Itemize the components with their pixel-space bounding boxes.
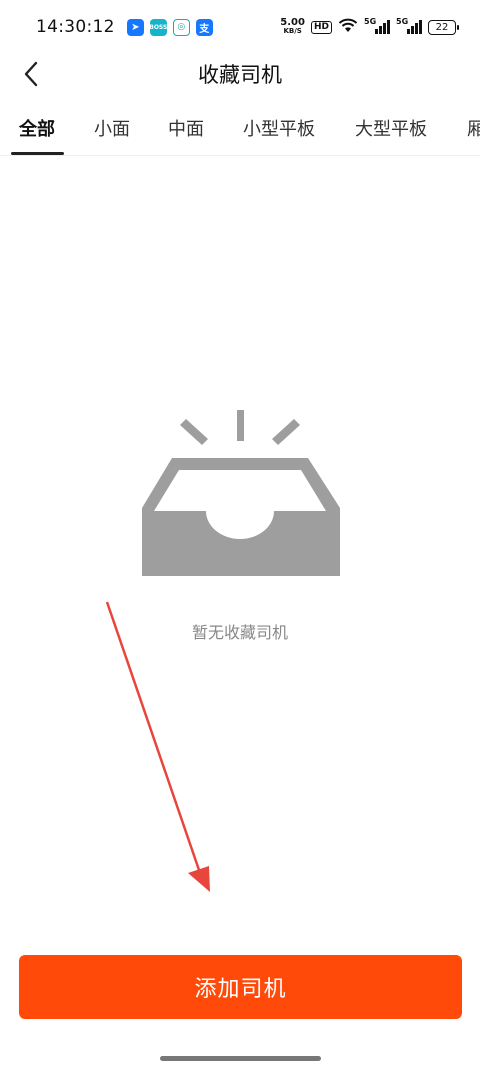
vehicle-type-tabs: 全部 小面 中面 小型平板 大型平板 厢 [0, 100, 480, 156]
cellular-signal-1-icon: 5G [364, 17, 390, 34]
tab-box-truck[interactable]: 厢 [467, 115, 480, 141]
back-button[interactable] [14, 56, 50, 92]
empty-inbox-icon [142, 410, 340, 576]
status-time: 14:30:12 [36, 17, 115, 37]
cellular-signal-2-icon: 5G [396, 17, 422, 34]
hd-voice-badge: HD [310, 20, 332, 34]
tab-small-flatbed[interactable]: 小型平板 [243, 115, 315, 141]
battery-icon: 22 [428, 19, 459, 35]
status-indicators: 5.00 KB/S HD 5G 5G 22 [280, 17, 459, 36]
china-mobile-app-icon: ◎ [172, 18, 190, 36]
tab-large-flatbed[interactable]: 大型平板 [355, 115, 427, 141]
boss-zhipin-app-icon: BOSS [149, 18, 167, 36]
paper-plane-app-icon: ➤ [126, 18, 144, 36]
nav-header: 收藏司机 [0, 54, 480, 94]
empty-state-message: 暂无收藏司机 [191, 623, 288, 642]
wifi-icon [338, 18, 358, 36]
chevron-left-icon [24, 61, 38, 87]
add-driver-button[interactable]: 添加司机 [19, 955, 462, 1019]
page-title: 收藏司机 [198, 63, 282, 87]
alipay-app-icon: 支 [195, 18, 213, 36]
network-speed: 5.00 KB/S [280, 17, 305, 36]
tab-mini-van[interactable]: 小面 [94, 115, 130, 141]
home-indicator[interactable] [160, 1056, 321, 1061]
status-bar: 14:30:12 ➤ BOSS ◎ 支 5.00 KB/S HD 5G 5G 2… [0, 0, 480, 54]
tab-all[interactable]: 全部 [19, 115, 55, 141]
tab-mid-van[interactable]: 中面 [168, 115, 204, 141]
status-app-icons: ➤ BOSS ◎ 支 [126, 18, 213, 36]
active-tab-indicator [11, 152, 64, 155]
